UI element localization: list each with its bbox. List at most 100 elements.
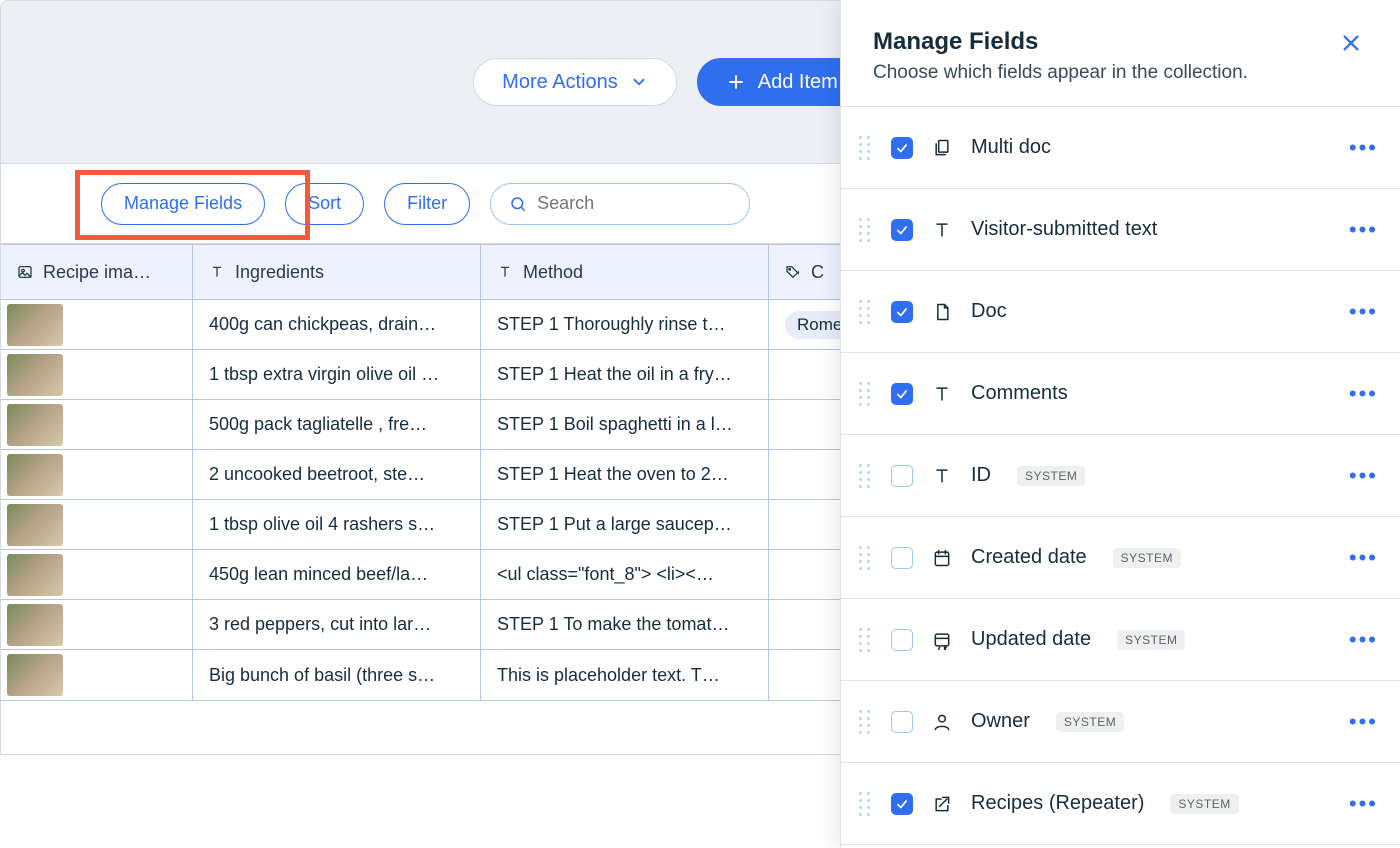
field-more-button[interactable]: ••• [1349,299,1378,325]
drag-handle-icon[interactable] [859,792,873,816]
cell-cu [769,450,841,499]
drag-handle-icon[interactable] [859,136,873,160]
panel-subtitle: Choose which fields appear in the collec… [873,62,1318,84]
field-checkbox[interactable] [891,793,913,815]
system-badge: SYSTEM [1170,794,1238,814]
search-input[interactable] [537,193,731,214]
drag-handle-icon[interactable] [859,546,873,570]
sort-label: Sort [308,193,341,214]
cell-method: <ul class="font_8"> <li><… [481,550,769,599]
panel-title: Manage Fields [873,28,1318,56]
more-actions-button[interactable]: More Actions [473,58,677,106]
cell-method: STEP 1 Thoroughly rinse t… [481,300,769,349]
doc-icon [931,302,953,322]
field-checkbox[interactable] [891,383,913,405]
cell-text: STEP 1 Boil spaghetti in a l… [497,414,733,435]
field-label: Recipes (Repeater) [971,792,1144,815]
column-label: Method [523,262,583,283]
cell-text: STEP 1 Put a large saucep… [497,514,732,535]
cell-cu [769,600,841,649]
more-horizontal-icon: ••• [1349,709,1378,734]
text-icon [931,384,953,404]
text-icon [209,264,225,280]
field-label: Updated date [971,628,1091,651]
field-more-button[interactable]: ••• [1349,709,1378,735]
field-row: Comments••• [841,353,1400,435]
close-icon [1340,32,1362,54]
column-label: Cu [811,262,825,283]
cell-cu [769,350,841,399]
cell-method: This is placeholder text. T… [481,650,769,700]
thumbnail [7,354,63,396]
text-icon [497,264,513,280]
cell-text: 500g pack tagliatelle , fre… [209,414,427,435]
more-horizontal-icon: ••• [1349,299,1378,324]
more-actions-label: More Actions [502,71,618,94]
field-row: Created dateSYSTEM••• [841,517,1400,599]
column-cu[interactable]: Cu [769,245,841,299]
field-checkbox[interactable] [891,301,913,323]
cell-ingredients: 1 tbsp extra virgin olive oil … [193,350,481,399]
thumbnail [7,554,63,596]
cell-recipe-image [1,450,193,499]
field-more-button[interactable]: ••• [1349,381,1378,407]
drag-handle-icon[interactable] [859,710,873,734]
field-checkbox[interactable] [891,137,913,159]
field-more-button[interactable]: ••• [1349,463,1378,489]
more-horizontal-icon: ••• [1349,791,1378,816]
drag-handle-icon[interactable] [859,382,873,406]
cell-text: Big bunch of basil (three s… [209,665,435,686]
cell-cu [769,500,841,549]
more-horizontal-icon: ••• [1349,217,1378,242]
column-label: Ingredients [235,262,324,283]
drag-handle-icon[interactable] [859,464,873,488]
drag-handle-icon[interactable] [859,628,873,652]
link-out-icon [931,794,953,814]
manage-fields-panel: Manage Fields Choose which fields appear… [840,0,1400,848]
drag-handle-icon[interactable] [859,218,873,242]
field-checkbox[interactable] [891,711,913,733]
column-ingredients[interactable]: Ingredients [193,245,481,299]
field-label: Visitor-submitted text [971,218,1157,241]
cell-recipe-image [1,550,193,599]
text-icon [931,466,953,486]
field-checkbox[interactable] [891,219,913,241]
cell-recipe-image [1,400,193,449]
sort-button[interactable]: Sort [285,183,364,225]
close-button[interactable] [1334,28,1368,58]
drag-handle-icon[interactable] [859,300,873,324]
field-more-button[interactable]: ••• [1349,545,1378,571]
cell-cu: Rome [769,300,841,349]
chevron-down-icon [630,73,648,91]
cell-text: STEP 1 Heat the oil in a fry… [497,364,732,385]
field-more-button[interactable]: ••• [1349,135,1378,161]
thumbnail [7,454,63,496]
field-checkbox[interactable] [891,547,913,569]
field-row: Recipes (Repeater) SYSTEM ••• [841,763,1400,845]
manage-fields-button[interactable]: Manage Fields [101,183,265,225]
cell-ingredients: 1 tbsp olive oil 4 rashers s… [193,500,481,549]
field-more-button[interactable]: ••• [1349,627,1378,653]
field-more-button[interactable]: ••• [1349,791,1378,817]
tag: Rome [785,311,841,339]
cell-text: STEP 1 Heat the oven to 2… [497,464,729,485]
field-checkbox[interactable] [891,629,913,651]
field-more-button[interactable]: ••• [1349,217,1378,243]
column-recipe-image[interactable]: Recipe ima… [1,245,193,299]
filter-button[interactable]: Filter [384,183,470,225]
cell-recipe-image [1,300,193,349]
plus-icon [726,72,746,92]
image-icon [17,264,33,280]
cell-ingredients: 2 uncooked beetroot, ste… [193,450,481,499]
more-horizontal-icon: ••• [1349,135,1378,160]
search-field[interactable] [490,183,750,225]
cell-text: 1 tbsp olive oil 4 rashers s… [209,514,435,535]
thumbnail [7,654,63,696]
cell-text: This is placeholder text. T… [497,665,720,686]
cell-cu [769,400,841,449]
field-label: ID [971,464,991,487]
field-checkbox[interactable] [891,465,913,487]
cell-ingredients: 500g pack tagliatelle , fre… [193,400,481,449]
column-method[interactable]: Method [481,245,769,299]
cell-recipe-image [1,650,193,700]
